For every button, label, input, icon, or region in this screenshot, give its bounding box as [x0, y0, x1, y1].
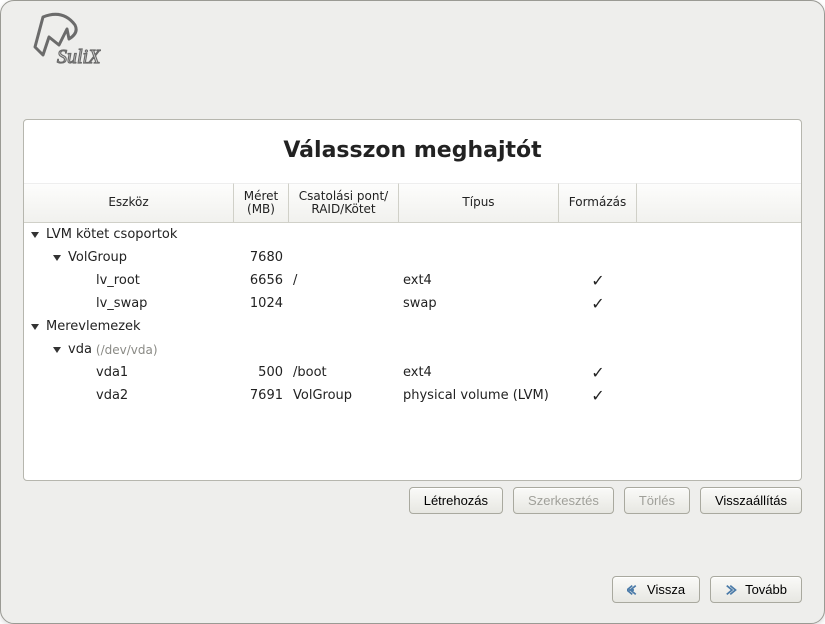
device-label: Merevlemezek [46, 319, 141, 334]
tree-spacer [78, 366, 92, 380]
type-cell: swap [399, 296, 559, 311]
table-row[interactable]: VolGroup 7680 [24, 246, 801, 269]
check-icon: ✓ [591, 294, 604, 313]
col-format[interactable]: Formázás [559, 183, 637, 223]
check-icon: ✓ [591, 386, 604, 405]
size-cell: 1024 [234, 296, 289, 311]
type-cell: ext4 [399, 273, 559, 288]
edit-button: Szerkesztés [513, 487, 614, 514]
mount-cell: /boot [289, 365, 399, 380]
action-bar: Létrehozás Szerkesztés Törlés Visszaállí… [23, 487, 802, 514]
table-row[interactable]: vda1 500/bootext4 ✓ [24, 361, 801, 384]
next-icon [725, 583, 739, 597]
device-label: vda1 [96, 365, 128, 380]
check-icon: ✓ [591, 271, 604, 290]
device-label: VolGroup [68, 250, 127, 265]
table-row[interactable]: Merevlemezek [24, 315, 801, 338]
chevron-down-icon[interactable] [50, 343, 64, 357]
format-cell: ✓ [559, 363, 637, 382]
col-spacer [637, 183, 801, 223]
size-cell: 7680 [234, 250, 289, 265]
device-label: vda [68, 342, 92, 357]
format-cell: ✓ [559, 386, 637, 405]
installer-window: SuliX Válasszon meghajtót Eszköz Méret (… [0, 0, 825, 624]
table-row[interactable]: LVM kötet csoportok [24, 223, 801, 246]
col-device[interactable]: Eszköz [24, 183, 234, 223]
table-header-row: Eszköz Méret (MB) Csatolási pont/ RAID/K… [24, 183, 801, 223]
tree-spacer [78, 389, 92, 403]
table-row[interactable]: vda (/dev/vda) [24, 338, 801, 361]
device-label: LVM kötet csoportok [46, 227, 177, 242]
type-cell: ext4 [399, 365, 559, 380]
page-title: Válasszon meghajtót [24, 120, 801, 183]
device-label: vda2 [96, 388, 128, 403]
type-cell: physical volume (LVM) [399, 388, 559, 403]
size-cell: 6656 [234, 273, 289, 288]
chevron-down-icon[interactable] [50, 251, 64, 265]
back-button[interactable]: Vissza [612, 576, 700, 603]
nav-bar: Vissza Tovább [612, 576, 802, 603]
back-icon [627, 583, 641, 597]
size-cell: 7691 [234, 388, 289, 403]
tree-spacer [78, 297, 92, 311]
chevron-down-icon[interactable] [28, 228, 42, 242]
device-hint: (/dev/vda) [96, 343, 158, 357]
mount-cell: / [289, 273, 399, 288]
mount-cell: VolGroup [289, 388, 399, 403]
table-row[interactable]: lv_root 6656/ext4 ✓ [24, 269, 801, 292]
next-label: Tovább [745, 582, 787, 597]
partition-panel: Válasszon meghajtót Eszköz Méret (MB) Cs… [23, 119, 802, 481]
back-label: Vissza [647, 582, 685, 597]
partition-table: Eszköz Méret (MB) Csatolási pont/ RAID/K… [24, 183, 801, 480]
format-cell: ✓ [559, 294, 637, 313]
next-button[interactable]: Tovább [710, 576, 802, 603]
col-size[interactable]: Méret (MB) [234, 183, 289, 223]
tree-spacer [78, 274, 92, 288]
device-label: lv_root [96, 273, 140, 288]
chevron-down-icon[interactable] [28, 320, 42, 334]
check-icon: ✓ [591, 363, 604, 382]
table-row[interactable]: vda2 7691VolGroupphysical volume (LVM) ✓ [24, 384, 801, 407]
delete-button: Törlés [624, 487, 690, 514]
distro-logo: SuliX [23, 11, 101, 73]
size-cell: 500 [234, 365, 289, 380]
create-button[interactable]: Létrehozás [409, 487, 503, 514]
device-label: lv_swap [96, 296, 147, 311]
col-mount[interactable]: Csatolási pont/ RAID/Kötet [289, 183, 399, 223]
col-type[interactable]: Típus [399, 183, 559, 223]
table-row[interactable]: lv_swap 1024 swap ✓ [24, 292, 801, 315]
format-cell: ✓ [559, 271, 637, 290]
reset-button[interactable]: Visszaállítás [700, 487, 802, 514]
svg-text:SuliX: SuliX [57, 46, 101, 68]
